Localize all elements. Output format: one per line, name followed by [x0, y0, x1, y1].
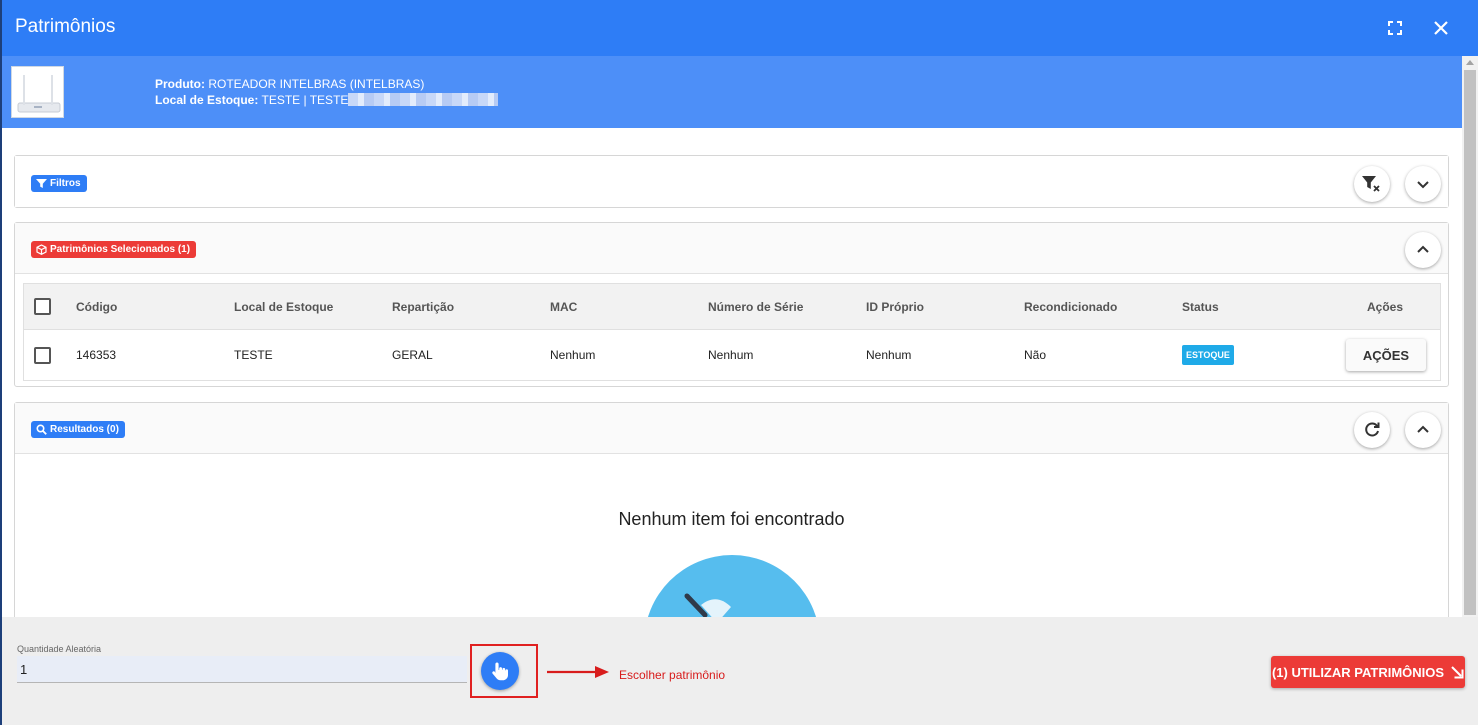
stock-location-label: Local de Estoque: [155, 93, 259, 107]
close-button[interactable] [1427, 14, 1455, 42]
results-header: Resultados (0) [15, 403, 1448, 454]
column-header-acoes: Ações [1366, 299, 1404, 314]
product-label: Produto: [155, 77, 205, 91]
close-icon [1434, 21, 1448, 35]
results-chip-label: Resultados (0) [50, 424, 119, 435]
dialog-footer: Quantidade Aleatória Escolher patrimônio… [2, 617, 1478, 725]
chevron-up-icon [1417, 245, 1429, 253]
product-value: ROTEADOR INTELBRAS (INTELBRAS) [208, 77, 425, 91]
scroll-up-arrow[interactable] [1466, 60, 1474, 65]
choose-asset-button[interactable] [481, 652, 519, 690]
results-panel: Resultados (0) Nenhum item foi encontrad… [14, 402, 1449, 632]
chevron-up-icon [1417, 425, 1429, 433]
fullscreen-icon [1388, 21, 1402, 35]
random-quantity-input[interactable] [17, 656, 467, 683]
column-header-status[interactable]: Status [1182, 300, 1340, 314]
actions-button[interactable]: AÇÕES [1346, 339, 1426, 371]
product-image [11, 66, 64, 118]
selected-assets-header: Patrimônios Selecionados (1) [15, 223, 1448, 274]
product-info: Produto: ROTEADOR INTELBRAS (INTELBRAS) … [155, 76, 499, 108]
cell-codigo: 146353 [76, 348, 117, 362]
cell-reparticao: GERAL [392, 348, 433, 362]
filters-chip-label: Filtros [50, 178, 81, 189]
filter-clear-icon [1362, 176, 1380, 192]
product-header: Produto: ROTEADOR INTELBRAS (INTELBRAS) … [2, 56, 1462, 128]
dialog-titlebar: Patrimônios [2, 0, 1478, 56]
cell-mac: Nenhum [550, 348, 596, 362]
dialog-title: Patrimônios [15, 16, 116, 37]
column-header-recondicionado[interactable]: Recondicionado [1024, 300, 1182, 314]
selected-assets-chip[interactable]: Patrimônios Selecionados (1) [31, 241, 197, 258]
column-header-reparticao[interactable]: Repartição [392, 300, 550, 314]
collapse-results-button[interactable] [1405, 412, 1441, 448]
use-assets-label: (1) UTILIZAR PATRIMÔNIOS [1271, 664, 1445, 680]
row-checkbox[interactable] [34, 346, 51, 364]
empty-state-illustration [643, 553, 823, 623]
collapse-selected-button[interactable] [1405, 232, 1441, 268]
cube-icon [36, 244, 47, 255]
use-assets-button[interactable]: (1) UTILIZAR PATRIMÔNIOS [1271, 656, 1465, 688]
column-header-numero-serie[interactable]: Número de Série [708, 300, 866, 314]
empty-state-message: Nenhum item foi encontrado [618, 509, 845, 529]
expand-filters-button[interactable] [1405, 166, 1441, 202]
arrow-down-right-icon [1451, 666, 1464, 679]
selected-assets-table: Código Local de Estoque Repartição MAC N… [23, 283, 1441, 381]
table-header-row: Código Local de Estoque Repartição MAC N… [24, 284, 1440, 330]
select-all-checkbox[interactable] [34, 298, 51, 315]
scrollbar-thumb[interactable] [1464, 70, 1476, 615]
fullscreen-button[interactable] [1381, 14, 1409, 42]
filters-chip[interactable]: Filtros [31, 175, 87, 192]
refresh-icon [1365, 422, 1380, 437]
vertical-scrollbar[interactable] [1462, 56, 1478, 617]
cell-local: TESTE [234, 348, 273, 362]
column-header-local[interactable]: Local de Estoque [234, 300, 392, 314]
filters-panel-header: Filtros [15, 156, 1448, 207]
filter-icon [36, 179, 47, 188]
column-header-mac[interactable]: MAC [550, 300, 708, 314]
search-icon [36, 424, 47, 435]
hand-pointer-icon [492, 662, 508, 681]
annotation-label: Escolher patrimônio [619, 668, 726, 682]
cell-id-proprio: Nenhum [866, 348, 912, 362]
results-chip[interactable]: Resultados (0) [31, 421, 125, 438]
status-badge: ESTOQUE [1182, 345, 1234, 365]
random-quantity-label: Quantidade Aleatória [17, 644, 102, 654]
clear-filters-button[interactable] [1354, 166, 1390, 202]
chevron-down-icon [1417, 181, 1429, 189]
stock-location-value: TESTE | TESTE [261, 93, 349, 107]
cell-recondicionado: Não [1024, 348, 1047, 362]
annotation-arrow [547, 666, 609, 678]
table-row[interactable]: 146353 TESTE GERAL Nenhum Nenhum Nenhum … [24, 330, 1440, 380]
cell-numero-serie: Nenhum [708, 348, 754, 362]
selected-assets-chip-label: Patrimônios Selecionados (1) [50, 244, 191, 255]
filters-panel: Filtros [14, 155, 1449, 208]
refresh-button[interactable] [1354, 412, 1390, 448]
column-header-id-proprio[interactable]: ID Próprio [866, 300, 1024, 314]
column-header-codigo[interactable]: Código [76, 300, 234, 314]
redacted-text [348, 93, 499, 106]
selected-assets-panel: Patrimônios Selecionados (1) Código Loca… [14, 222, 1449, 387]
